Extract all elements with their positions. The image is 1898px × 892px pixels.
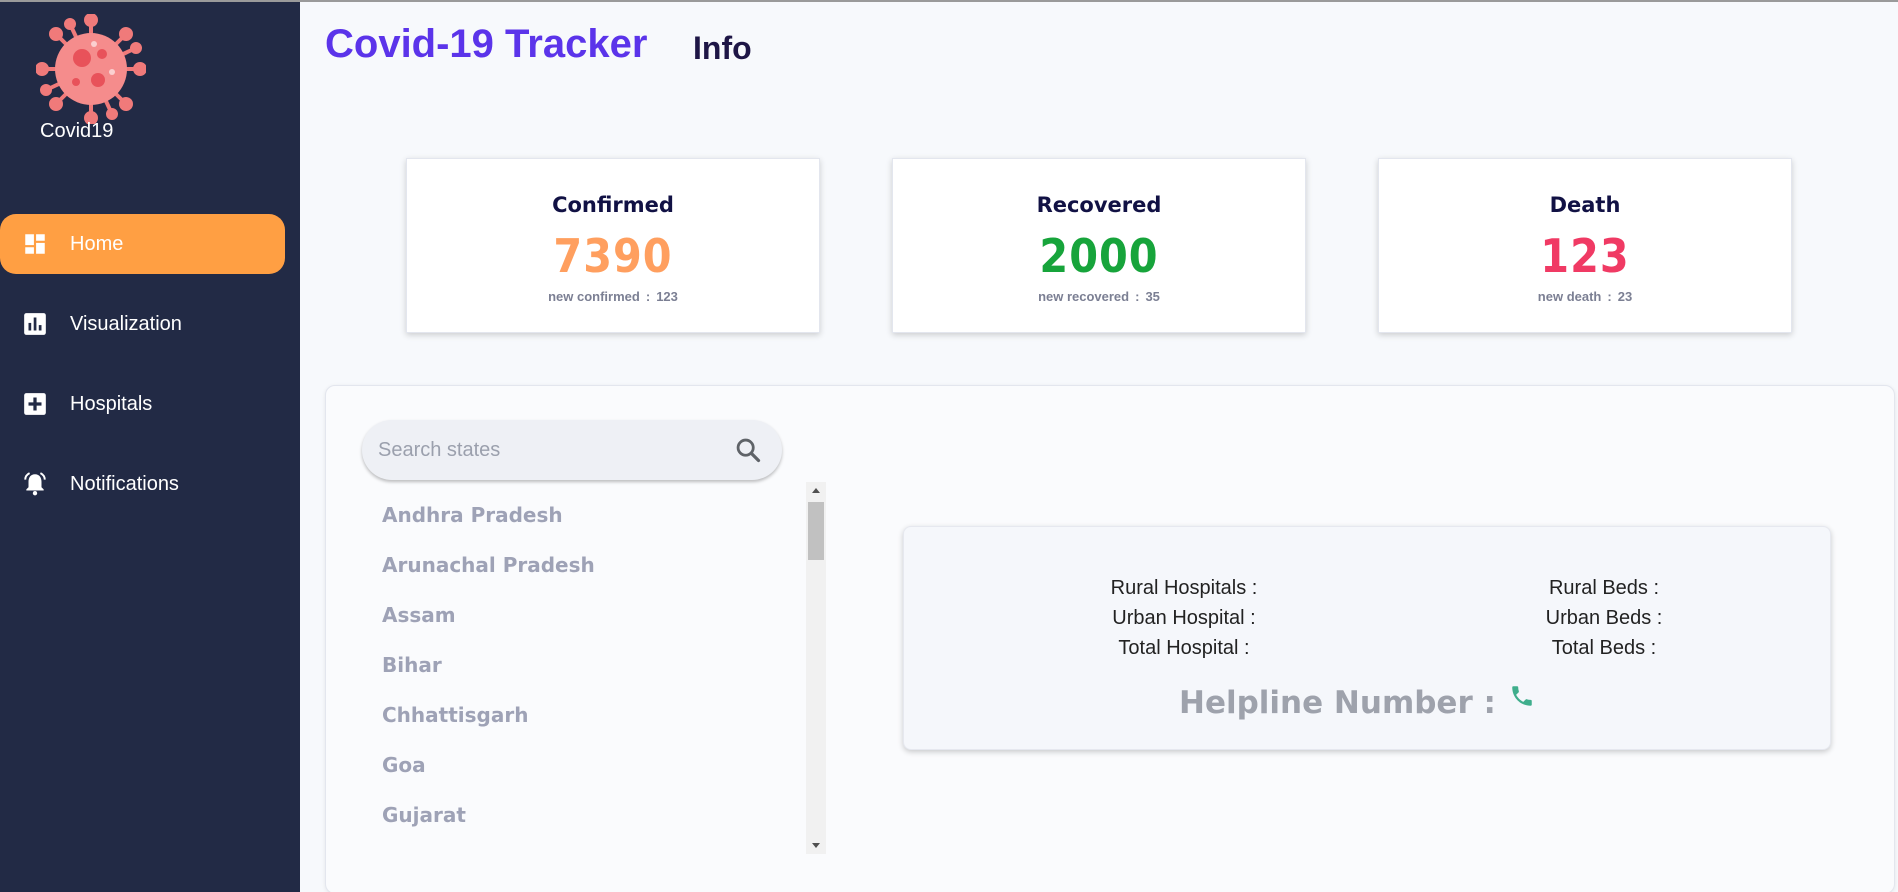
state-item[interactable]: Assam (362, 582, 808, 632)
card-sub-separator: : (1607, 289, 1612, 304)
search-bar (362, 420, 782, 480)
bell-icon (24, 472, 46, 496)
card-sub-label: new death (1537, 289, 1602, 304)
rural-hospitals-label: Rural Hospitals : (1110, 577, 1258, 599)
recovered-card: Recovered 2000 new recovered:35 (892, 158, 1306, 333)
state-item[interactable]: Goa (362, 732, 808, 782)
search-icon[interactable] (734, 436, 762, 464)
sidebar-item-visualization[interactable]: Visualization (0, 294, 285, 354)
total-hospital-label: Total Hospital : (1118, 637, 1250, 659)
sidebar-item-label: Home (70, 232, 124, 255)
sidebar-item-label: Visualization (70, 312, 182, 335)
sidebar-item-hospitals[interactable]: Hospitals (0, 374, 285, 434)
sidebar-item-notifications[interactable]: Notifications (0, 454, 285, 514)
card-sub-separator: : (645, 289, 651, 304)
sidebar-item-label: Hospitals (70, 392, 153, 415)
card-title: Recovered (1036, 193, 1162, 217)
death-card: Death 123 new death:23 (1378, 158, 1792, 333)
rural-beds-label: Rural Beds : (1548, 577, 1660, 599)
state-item[interactable]: Chhattisgarh (362, 682, 808, 732)
helpline-label: Helpline Number : (1179, 685, 1496, 721)
search-input[interactable] (378, 434, 708, 466)
hospital-stats: Rural Hospitals : Urban Hospital : Total… (1004, 573, 1364, 663)
card-subtext: new death:23 (1379, 289, 1791, 304)
dashboard-icon (25, 234, 45, 254)
recovered-count: 2000 (1039, 229, 1159, 283)
state-list-scrollbar[interactable] (806, 482, 826, 854)
card-sub-label: new confirmed (548, 289, 640, 304)
page-title: Covid-19 Tracker (325, 22, 648, 66)
state-list: Andhra Pradesh Arunachal Pradesh Assam B… (362, 482, 808, 854)
urban-beds-label: Urban Beds : (1545, 607, 1663, 629)
scroll-down-arrow-icon[interactable] (806, 836, 826, 854)
card-sub-value: 23 (1617, 289, 1633, 304)
confirmed-count: 7390 (553, 229, 673, 283)
scrollbar-thumb[interactable] (808, 502, 824, 560)
state-item[interactable]: Gujarat (362, 782, 808, 832)
sidebar-nav: Home Visualization Hospitals Notificatio… (0, 214, 300, 534)
card-subtext: new recovered:35 (893, 289, 1305, 304)
card-sub-value: 123 (656, 289, 678, 304)
virus-logo-icon (36, 14, 146, 126)
state-item[interactable]: Andhra Pradesh (362, 482, 808, 532)
confirmed-card: Confirmed 7390 new confirmed:123 (406, 158, 820, 333)
bar-chart-icon (24, 313, 46, 335)
death-count: 123 (1540, 229, 1630, 283)
sidebar-item-home[interactable]: Home (0, 214, 285, 274)
hospital-info-card: Rural Hospitals : Urban Hospital : Total… (903, 526, 1831, 750)
card-title: Death (1549, 193, 1621, 217)
scroll-up-arrow-icon[interactable] (806, 482, 826, 500)
bed-stats: Rural Beds : Urban Beds : Total Beds : (1454, 573, 1754, 663)
total-beds-label: Total Beds : (1551, 637, 1657, 659)
urban-hospital-label: Urban Hospital : (1112, 607, 1256, 629)
sidebar-item-label: Notifications (70, 472, 179, 495)
card-sub-separator: : (1135, 289, 1140, 304)
logo-label: Covid19 (40, 120, 114, 142)
phone-icon[interactable] (1509, 683, 1535, 709)
state-item[interactable]: Arunachal Pradesh (362, 532, 808, 582)
hospital-plus-icon (24, 393, 46, 415)
card-sub-value: 35 (1145, 289, 1160, 304)
card-title: Confirmed (552, 193, 674, 217)
sidebar: Covid19 Home Visualization Hospitals Not… (0, 2, 300, 892)
card-subtext: new confirmed:123 (407, 289, 819, 304)
card-sub-label: new recovered (1038, 289, 1130, 304)
state-item[interactable]: Bihar (362, 632, 808, 682)
page-subtitle: Info (693, 30, 752, 66)
app-root: Covid19 Home Visualization Hospitals Not… (0, 0, 1898, 892)
